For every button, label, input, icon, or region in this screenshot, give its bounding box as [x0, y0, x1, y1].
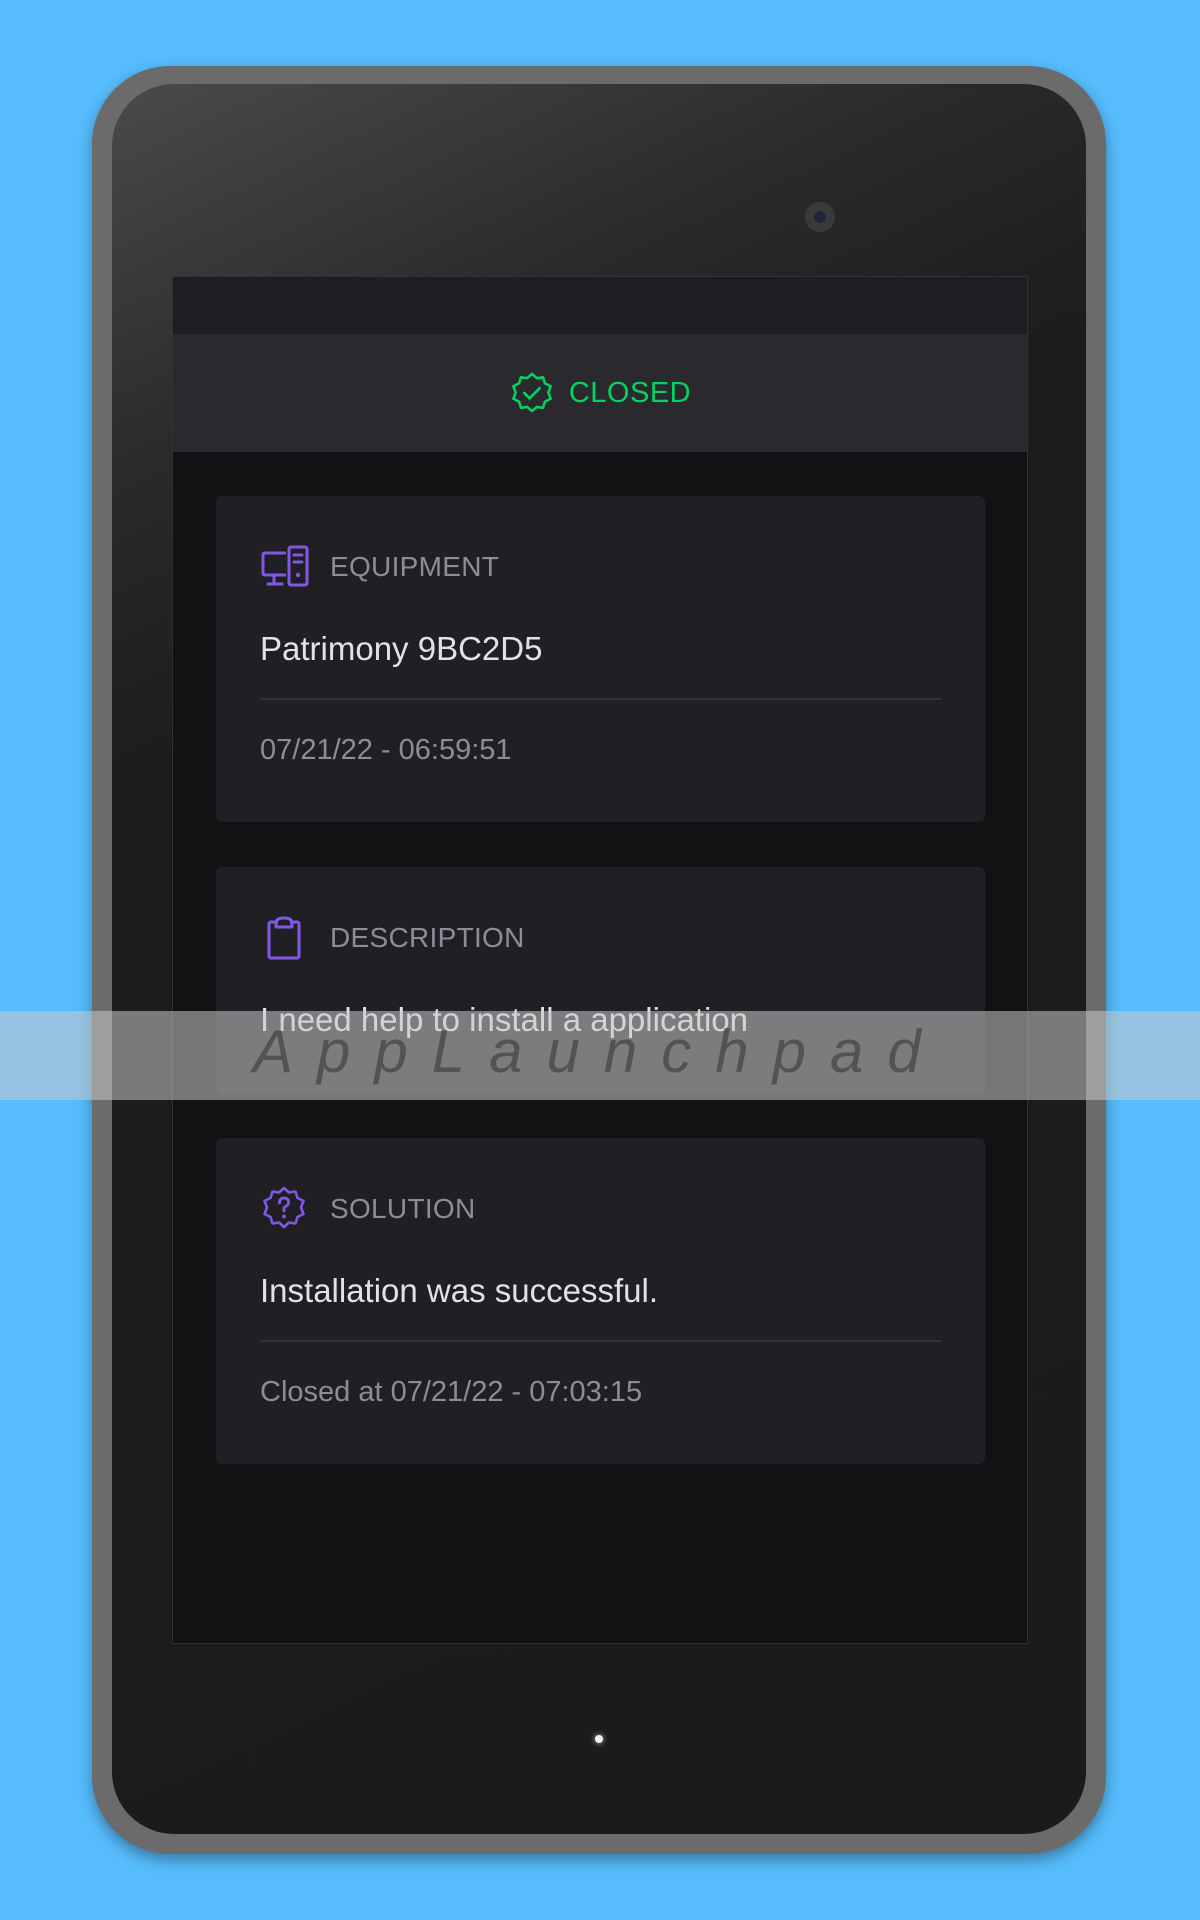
solution-card-header: SOLUTION [260, 1186, 941, 1232]
closed-at-timestamp: Closed at 07/21/22 - 07:03:15 [260, 1376, 643, 1408]
solution-divider [260, 1340, 941, 1342]
solution-title: SOLUTION [330, 1193, 476, 1224]
status-label: CLOSED [568, 376, 692, 409]
equipment-timestamp: 07/21/22 - 06:59:51 [260, 734, 512, 766]
order-status-header: CLOSED [173, 334, 1027, 452]
camera-lens [814, 211, 826, 223]
equipment-divider [260, 698, 941, 700]
status-bar [173, 277, 1027, 334]
desktop-tower-icon [261, 545, 309, 587]
equipment-title: EQUIPMENT [330, 551, 500, 582]
watermark-text: AppLaunchpad [253, 1018, 945, 1085]
home-indicator-dot [595, 1735, 603, 1743]
equipment-card: EQUIPMENT Patrimony 9BC2D5 07/21/22 - 06… [216, 496, 985, 822]
app-screen: CLOSED EQUIPMENT Patrimony 9BC2D5 07/21/… [172, 276, 1028, 1644]
seal-question-icon [263, 1186, 305, 1229]
clipboard-icon [267, 916, 301, 960]
description-title: DESCRIPTION [330, 922, 525, 953]
seal-check-icon [511, 372, 552, 413]
solution-card: SOLUTION Installation was successful. Cl… [216, 1138, 985, 1464]
equipment-value: Patrimony 9BC2D5 [260, 630, 543, 667]
description-card-header: DESCRIPTION [260, 915, 941, 961]
solution-value: Installation was successful. [260, 1272, 659, 1309]
front-camera [805, 202, 835, 232]
equipment-card-header: EQUIPMENT [260, 544, 941, 590]
